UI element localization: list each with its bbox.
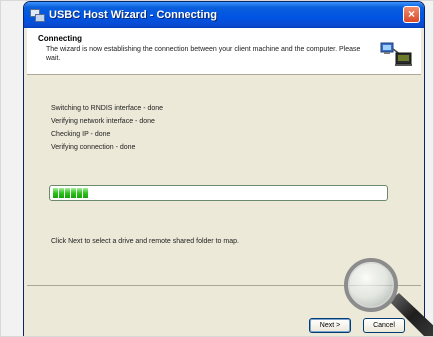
progress-block [53, 188, 58, 198]
network-computer-icon [380, 42, 412, 66]
wizard-header: Connecting The wizard is now establishin… [27, 28, 421, 75]
status-line: Verifying connection - done [51, 144, 136, 151]
instruction-text: Click Next to select a drive and remote … [51, 238, 239, 245]
connection-progress-bar [49, 185, 388, 201]
step-description: The wizard is now establishing the conne… [46, 46, 361, 62]
progress-block [71, 188, 76, 198]
title-bar[interactable]: USBC Host Wizard - Connecting × [24, 2, 424, 28]
app-icon [30, 9, 45, 22]
screenshot-stage: USBC Host Wizard - Connecting × Connecti… [0, 0, 434, 337]
status-line: Switching to RNDIS interface - done [51, 105, 164, 112]
progress-block [59, 188, 64, 198]
progress-block [83, 188, 88, 198]
close-button[interactable]: × [403, 6, 420, 23]
status-line: Verifying network interface - done [51, 118, 155, 125]
window-title: USBC Host Wizard - Connecting [49, 9, 217, 21]
magnifier-icon [344, 258, 433, 336]
step-title: Connecting [38, 34, 82, 43]
status-line: Checking IP - done [51, 131, 111, 138]
progress-block [65, 188, 70, 198]
wizard-body: Switching to RNDIS interface - done Veri… [27, 75, 421, 285]
progress-block [77, 188, 82, 198]
